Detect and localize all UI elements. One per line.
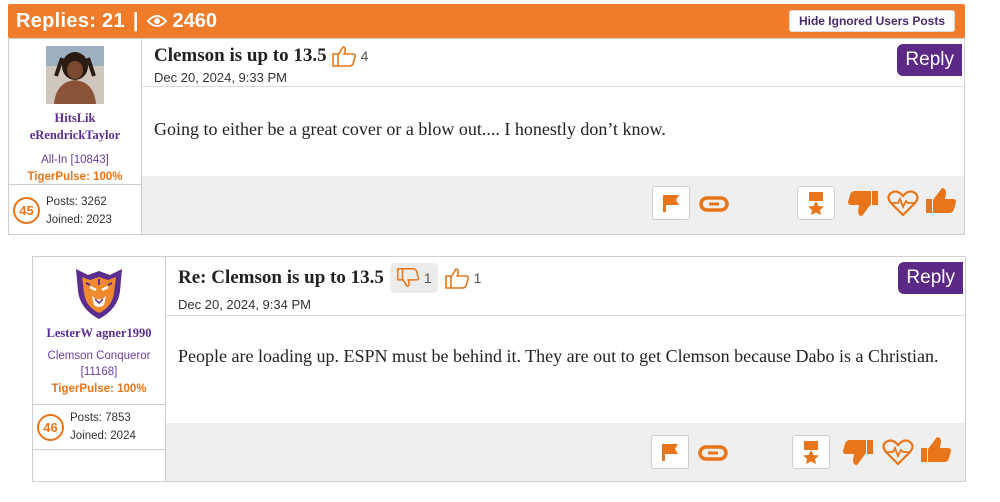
flag-icon (663, 195, 679, 212)
tigerpulse: TigerPulse: 100% (27, 171, 123, 183)
user-panel: HitsLik eRendrickTaylor All-In [10843] T… (9, 39, 142, 234)
replies-count: Replies: 21 (16, 9, 125, 32)
joined-year: Joined: 2023 (46, 213, 112, 226)
header-separator: | (132, 9, 139, 32)
tigerpulse: TigerPulse: 100% (51, 383, 147, 395)
views-number: 2460 (172, 9, 218, 32)
link-icon (698, 445, 728, 461)
level-badge: 46 (37, 413, 64, 441)
heart-button[interactable] (880, 435, 916, 469)
thumbs-up-outline-icon (331, 46, 356, 67)
header-divider (166, 315, 965, 316)
post-action-bar (166, 423, 965, 481)
post-date: Dec 20, 2024, 9:34 PM (178, 297, 311, 312)
thumbs-up-button[interactable] (918, 433, 954, 467)
post-2: LesterW agner1990 Clemson Conqueror [111… (32, 256, 966, 482)
upvote-count: 1 (473, 270, 482, 286)
heart-pulse-icon (887, 190, 919, 217)
username-line-1: LesterW agner1990 (46, 326, 152, 340)
medal-icon (803, 441, 819, 464)
eye-icon (146, 15, 167, 27)
user-avatar[interactable] (46, 46, 104, 104)
award-button[interactable] (797, 186, 835, 220)
downvote-control[interactable]: 1 (389, 263, 438, 293)
hide-ignored-users-button[interactable]: Hide Ignored Users Posts (788, 10, 955, 32)
upvote-count: 4 (360, 48, 369, 64)
copy-link-button[interactable] (696, 442, 730, 464)
header-divider (142, 86, 964, 87)
award-button[interactable] (792, 435, 830, 469)
user-rank-line-2: [11168] (80, 366, 118, 378)
upvote-control[interactable]: 4 (331, 45, 369, 67)
copy-link-button[interactable] (697, 193, 731, 215)
report-button[interactable] (651, 435, 689, 469)
user-rank: All-In [10843] (41, 154, 109, 166)
heart-button[interactable] (885, 186, 921, 220)
username[interactable]: HitsLik eRendrickTaylor (9, 110, 141, 144)
user-rank-line-1: Clemson Conqueror (47, 350, 151, 362)
tiger-avatar[interactable] (70, 263, 128, 321)
post-title: Clemson is up to 13.5 (154, 45, 327, 66)
posts-count: Posts: 7853 (70, 412, 131, 424)
post-content: Re: Clemson is up to 13.5 1 1 Dec 20, 20… (166, 257, 965, 481)
views-count: 2460 (146, 9, 218, 33)
thumbs-down-button[interactable] (840, 435, 876, 469)
post-content: Clemson is up to 13.5 4 Dec 20, 2024, 9:… (142, 39, 964, 234)
reply-button[interactable]: Reply (898, 262, 963, 294)
thumbs-down-outline-icon (396, 268, 419, 288)
thumbs-down-button[interactable] (845, 186, 881, 220)
post-body: People are loading up. ESPN must be behi… (178, 346, 939, 366)
user-rank: Clemson Conqueror [11168] (33, 348, 165, 380)
post-date: Dec 20, 2024, 9:33 PM (154, 70, 287, 85)
thumbs-down-icon (848, 191, 878, 216)
medal-icon (808, 192, 824, 215)
post-title: Re: Clemson is up to 13.5 (178, 267, 384, 288)
link-icon (699, 196, 729, 212)
posts-count: Posts: 3262 (46, 195, 107, 208)
thumbs-up-icon (921, 437, 951, 462)
user-stats: 46 Posts: 7853 Joined: 2024 (33, 404, 165, 450)
thread-header-bar: Replies: 21 | 2460 Hide Ignored Users Po… (8, 4, 965, 38)
username-line-1: HitsLik (54, 111, 96, 125)
user-panel: LesterW agner1990 Clemson Conqueror [111… (33, 257, 166, 481)
joined-year: Joined: 2024 (70, 430, 136, 442)
report-button[interactable] (652, 186, 690, 220)
heart-pulse-icon (882, 439, 914, 466)
thumbs-down-icon (843, 440, 873, 465)
user-stats: 45 Posts: 3262 Joined: 2023 (9, 184, 141, 236)
flag-icon (662, 444, 678, 461)
thumbs-up-button[interactable] (923, 184, 959, 218)
downvote-count: 1 (423, 270, 432, 286)
level-badge: 45 (13, 197, 40, 224)
username[interactable]: LesterW agner1990 (33, 325, 165, 342)
username-line-2: eRendrickTaylor (29, 128, 121, 142)
thumbs-up-icon (926, 188, 956, 213)
thumbs-up-outline-icon (444, 268, 469, 289)
upvote-control[interactable]: 1 (444, 267, 482, 289)
reply-button[interactable]: Reply (897, 44, 962, 76)
post-action-bar (142, 176, 964, 234)
post-body: Going to either be a great cover or a bl… (154, 119, 666, 139)
post-1: HitsLik eRendrickTaylor All-In [10843] T… (8, 38, 965, 235)
